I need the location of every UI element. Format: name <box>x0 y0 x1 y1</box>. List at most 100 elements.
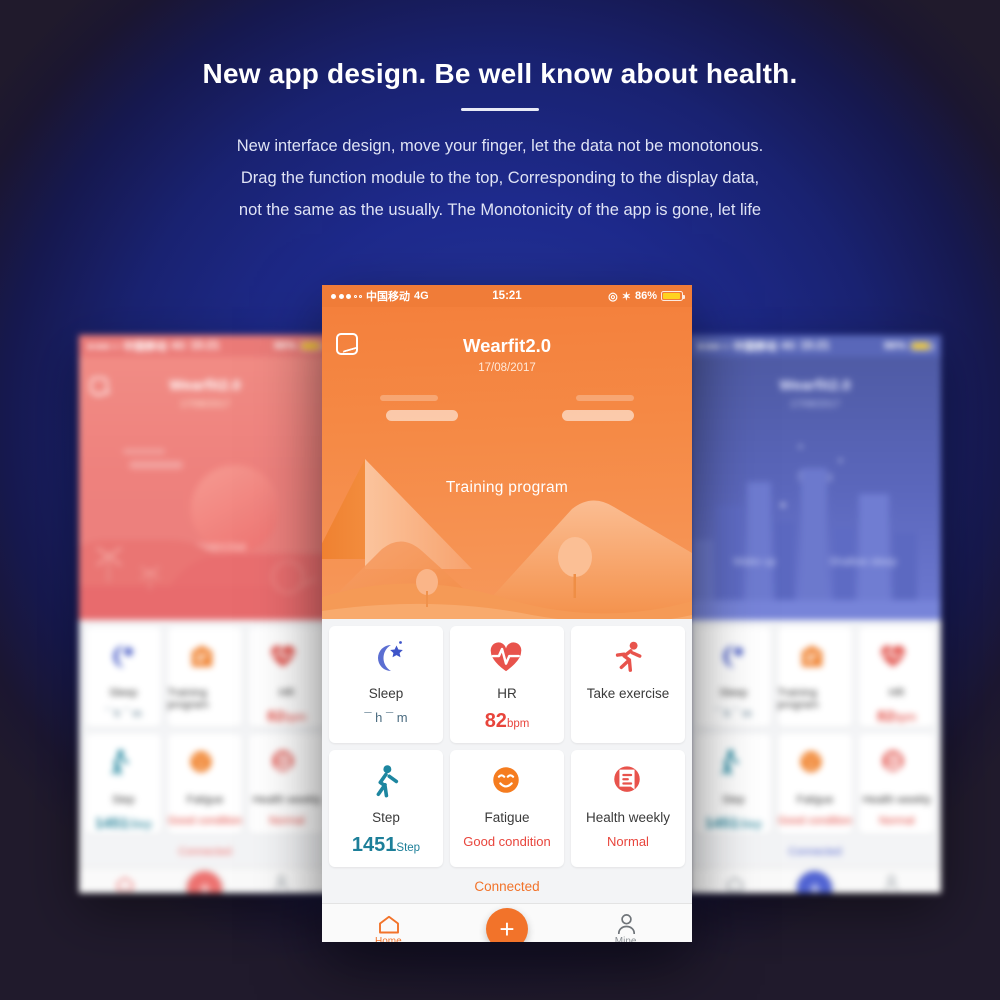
tile-sleep[interactable]: Sleep ¯ h ¯ m <box>329 626 443 743</box>
building-shape <box>859 494 889 602</box>
nav-home[interactable]: Home <box>92 876 162 894</box>
tile-value: Normal <box>268 815 305 827</box>
connection-status: Connected <box>689 841 941 867</box>
building-shape <box>801 468 827 602</box>
add-button[interactable]: + <box>187 871 223 893</box>
bottom-nav: Home + Mine <box>322 903 692 942</box>
tile-row: Step 1451Step Fatigue Good condition Hea… <box>86 734 325 834</box>
user-icon <box>617 914 635 935</box>
tile-value: Normal <box>878 815 915 827</box>
tile-training-program[interactable]: Training program <box>167 627 243 727</box>
runner-icon <box>608 640 648 676</box>
nav-mine[interactable]: Mine <box>591 914 661 942</box>
hero-sublabel-wake: Wake up <box>733 556 777 568</box>
battery-percent: 86% <box>883 340 906 352</box>
walking-icon <box>366 764 406 800</box>
nav-home[interactable]: Home <box>702 876 772 894</box>
box-icon <box>795 641 835 677</box>
tile-take-exercise[interactable]: Take exercise <box>571 626 685 743</box>
walking-icon <box>713 748 753 784</box>
bottom-nav: Home + Mine <box>79 867 331 893</box>
tile-training-program[interactable]: Training program <box>777 627 853 727</box>
cloud-decoration <box>380 395 438 401</box>
cloud-decoration <box>386 410 458 421</box>
tile-label: HR <box>497 686 517 701</box>
tile-hr[interactable]: HR 82bpm <box>450 626 564 743</box>
tile-fatigue[interactable]: Fatigue Good condition <box>777 734 853 834</box>
nav-mine[interactable]: Mine <box>248 875 318 893</box>
nav-mine[interactable]: Mine <box>858 875 928 893</box>
tile-label: Take exercise <box>586 686 670 701</box>
title-divider <box>461 108 539 111</box>
tile-health-weekly[interactable]: Health weekly Normal <box>859 734 935 834</box>
heart-pulse-icon <box>877 641 917 677</box>
heart-pulse-icon <box>487 640 527 676</box>
hero-sublabel-shallow: Shallow sleep <box>829 556 897 568</box>
nav-label: Mine <box>614 936 637 942</box>
battery-icon <box>910 341 934 351</box>
hero-banner[interactable]: Wearfit2.0 17/08/2017 Sleep Wake up Shal… <box>689 357 941 620</box>
tile-label: Sleep <box>719 687 748 699</box>
app-date: 17/08/2017 <box>478 362 536 374</box>
connection-status: Connected <box>322 874 692 903</box>
status-bar: 中国移动 4G 15:21 86% <box>79 335 331 357</box>
add-button[interactable]: + <box>797 871 833 893</box>
tile-step[interactable]: Step 1451Step <box>696 734 771 834</box>
tile-grid: Sleep ¯ h ¯ m Training program HR 82bpm <box>79 620 331 834</box>
smiley-icon <box>487 764 527 800</box>
battery-area: ◎ ✶ 86% <box>608 290 685 303</box>
home-icon <box>116 876 137 894</box>
tile-hr[interactable]: HR 82bpm <box>249 627 325 727</box>
tile-label: Fatigue <box>484 810 530 825</box>
tile-step[interactable]: Step 1451Step <box>329 750 443 867</box>
tile-value: 82 <box>267 708 284 725</box>
tile-sleep[interactable]: Sleep ¯ h ¯ m <box>696 627 771 727</box>
tile-health-weekly[interactable]: Health weekly Normal <box>249 734 325 834</box>
tile-value: 82 <box>484 710 507 732</box>
star-icon <box>799 445 802 448</box>
hero-banner[interactable]: Wearfit2.0 17/08/2017 Take exercise <box>79 357 331 620</box>
tile-label: Training program <box>167 687 209 711</box>
tile-hr[interactable]: HR 82bpm <box>859 627 935 727</box>
tile-fatigue[interactable]: Fatigue Good condition <box>167 734 243 834</box>
desert-scene <box>322 459 692 619</box>
tile-value: 1451 <box>94 815 129 832</box>
tile-value: Good condition <box>463 834 551 849</box>
tile-sleep[interactable]: Sleep ¯ h ¯ m <box>86 627 161 727</box>
alarm-icon: ◎ <box>608 290 618 303</box>
hero-banner[interactable]: Wearfit2.0 17/08/2017 Training program <box>322 307 692 619</box>
tile-unit: Step <box>738 819 762 831</box>
battery-area: 86% <box>883 340 934 352</box>
connection-status: Connected <box>79 841 331 867</box>
tile-health-weekly[interactable]: Health weekly Normal <box>571 750 685 867</box>
status-bar: 中国移动 4G 15:21 ◎ ✶ 86% <box>322 285 692 307</box>
app-title: Wearfit2.0 <box>779 377 851 394</box>
nav-home[interactable]: Home <box>353 915 423 942</box>
battery-area: 86% <box>274 340 324 352</box>
smiley-icon <box>185 748 225 784</box>
report-icon <box>267 748 307 784</box>
promo-banner: New app design. Be well know about healt… <box>0 0 1000 1000</box>
tile-value: ¯ h ¯ m <box>105 708 142 720</box>
tile-label: Step <box>112 794 135 806</box>
tile-label: Training program <box>777 687 819 711</box>
app-date: 17/08/2017 <box>789 399 841 410</box>
bottom-nav: Home + Mine <box>689 867 941 893</box>
app-title: Wearfit2.0 <box>169 377 241 394</box>
app-date: 17/08/2017 <box>179 399 231 410</box>
tile-fatigue[interactable]: Fatigue Good condition <box>450 750 564 867</box>
tile-grid: Sleep ¯ h ¯ m Training program HR 82bpm <box>689 620 941 834</box>
tile-label: Sleep <box>109 687 138 699</box>
tile-row: Sleep ¯ h ¯ m Training program HR 82bpm <box>696 627 935 727</box>
home-icon <box>378 915 399 933</box>
tile-label: Step <box>722 794 745 806</box>
tile-label: Health weekly <box>585 810 671 825</box>
tile-value: 1451 <box>704 815 739 832</box>
add-button[interactable]: + <box>485 907 528 942</box>
app-title: Wearfit2.0 <box>462 335 552 356</box>
building-shape <box>715 506 743 602</box>
tile-step[interactable]: Step 1451Step <box>86 734 161 834</box>
tile-label: Step <box>372 810 400 825</box>
tile-unit: bpm <box>506 718 530 730</box>
tile-value: 1451 <box>351 834 397 856</box>
